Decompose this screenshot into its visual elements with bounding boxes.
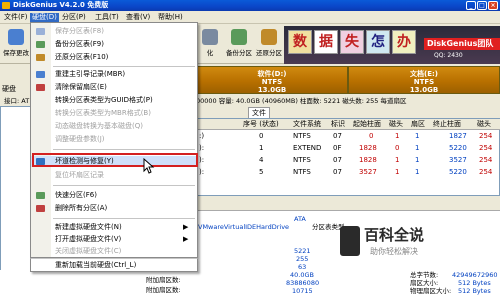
interface-label: 接口: AT bbox=[4, 97, 30, 105]
watermark-logo-icon bbox=[340, 226, 360, 256]
backup-icon bbox=[231, 29, 247, 45]
mouse-cursor-icon bbox=[143, 158, 155, 174]
submenu-arrow-icon: ▶ bbox=[183, 235, 189, 243]
banner-brand: DiskGenius团队 bbox=[424, 38, 500, 50]
menu-item-clear-reserved-sectors[interactable]: 清除保留扇区(E) bbox=[31, 82, 197, 93]
backup-partition-button[interactable]: 备份分区 bbox=[225, 27, 253, 61]
disk-menu-dropdown: 保存分区表(F8) 备份分区表(F9) 还原分区表(F10) 重建主引导记录(M… bbox=[30, 22, 198, 258]
partition-table: 序号 (状态) 文件系统 标识 起始柱面 磁头 扇区 终止柱面 磁头 :) 0 … bbox=[196, 118, 500, 196]
menu-item-adjust-disk-params[interactable]: 调整硬盘参数(J) bbox=[31, 134, 197, 145]
menu-item-reset-bad-sector-record[interactable]: 复位坏扇区记录 bbox=[31, 170, 197, 181]
menu-item-backup-partition-table[interactable]: 备份分区表(F9) bbox=[31, 39, 197, 50]
menu-item-close-virtual-disk[interactable]: 关闭虚拟硬盘文件(C) bbox=[31, 246, 197, 257]
menu-item-convert-to-guid[interactable]: 转换分区表类型为GUID格式(P) bbox=[31, 95, 197, 106]
app-icon bbox=[2, 2, 10, 9]
menu-disk[interactable]: 硬盘(D) bbox=[30, 13, 59, 22]
menu-tools[interactable]: 工具(T) bbox=[93, 13, 121, 22]
menu-item-save-partition-table[interactable]: 保存分区表(F8) bbox=[31, 26, 197, 37]
save-icon bbox=[8, 29, 24, 45]
partition-bar: 软件(D:) NTFS 13.0GB 文档(E:) NTFS 13.0GB bbox=[196, 66, 500, 94]
menu-item-quick-partition[interactable]: 快速分区(F6) bbox=[31, 190, 197, 201]
tab-strip: 文件 bbox=[196, 106, 500, 118]
submenu-arrow-icon: ▶ bbox=[183, 223, 189, 231]
menu-separator bbox=[53, 185, 195, 186]
clear-icon bbox=[36, 84, 45, 91]
table-row[interactable]: ): 1 EXTEND 0F 1828 0 1 5220 254 bbox=[197, 143, 500, 154]
partition-e[interactable]: 文档(E:) NTFS 13.0GB bbox=[349, 70, 499, 94]
delete-icon bbox=[36, 205, 45, 212]
menu-item-delete-all-partitions[interactable]: 删除所有分区(A) bbox=[31, 203, 197, 214]
backup-icon bbox=[36, 41, 45, 48]
maximize-button[interactable]: □ bbox=[477, 1, 487, 10]
table-row[interactable]: :) 0 NTFS 07 0 1 1 1827 254 bbox=[197, 131, 500, 142]
banner-char: 办 bbox=[392, 30, 416, 54]
save-icon bbox=[36, 28, 45, 35]
menu-item-open-virtual-disk[interactable]: 打开虚拟硬盘文件(V) ▶ bbox=[31, 234, 197, 245]
highlight-frame bbox=[32, 153, 198, 167]
menu-file[interactable]: 文件(F) bbox=[2, 13, 30, 22]
table-header: 序号 (状态) 文件系统 标识 起始柱面 磁头 扇区 终止柱面 磁头 bbox=[197, 119, 500, 130]
promo-banner: 数 据 失 怎 办 DiskGenius团队 QQ: 2430 bbox=[284, 26, 500, 64]
menu-item-dynamic-to-basic[interactable]: 动态磁盘转换为基本磁盘(Q) bbox=[31, 121, 197, 132]
minimize-button[interactable]: _ bbox=[466, 1, 476, 10]
menu-separator bbox=[53, 66, 195, 67]
disk-label: 硬盘 bbox=[2, 85, 16, 93]
format-icon bbox=[202, 29, 218, 45]
menu-item-restore-partition-table[interactable]: 还原分区表(F10) bbox=[31, 52, 197, 63]
banner-qq: QQ: 2430 bbox=[434, 52, 463, 59]
menu-item-rebuild-mbr[interactable]: 重建主引导记录(MBR) bbox=[31, 69, 197, 80]
quick-partition-icon bbox=[36, 192, 45, 199]
banner-char: 据 bbox=[314, 30, 338, 54]
save-changes-button[interactable]: 保存更改 bbox=[2, 27, 30, 61]
restore-icon bbox=[36, 54, 45, 61]
banner-char: 怎 bbox=[366, 30, 390, 54]
menu-separator bbox=[53, 218, 195, 219]
title-bar: DiskGenius V4.2.0 免费版 _ □ × bbox=[0, 0, 500, 11]
close-button[interactable]: × bbox=[488, 1, 498, 10]
menu-view[interactable]: 查看(V) bbox=[124, 13, 152, 22]
restore-partition-button[interactable]: 还原分区 bbox=[255, 27, 283, 61]
menu-separator bbox=[53, 149, 195, 150]
table-row[interactable]: ): 5 NTFS 07 3527 1 1 5220 254 bbox=[197, 167, 500, 178]
menu-item-reload-disk[interactable]: 重新加载当前硬盘(Ctrl_L) bbox=[30, 258, 198, 272]
format-button[interactable]: 化 bbox=[196, 27, 224, 61]
menu-help[interactable]: 帮助(H) bbox=[156, 13, 185, 22]
restore-icon bbox=[261, 29, 277, 45]
window-title: DiskGenius V4.2.0 免费版 bbox=[13, 1, 109, 9]
banner-char: 数 bbox=[288, 30, 312, 54]
banner-char: 失 bbox=[340, 30, 364, 54]
left-bottom-info: 附加扇区数: 附加扇区数: bbox=[0, 270, 196, 298]
partition-d[interactable]: 软件(D:) NTFS 13.0GB bbox=[197, 70, 347, 94]
watermark: 百科全说 助你轻松解决 bbox=[340, 222, 480, 262]
menu-item-new-virtual-disk[interactable]: 新建虚拟硬盘文件(N) ▶ bbox=[31, 222, 197, 233]
menu-item-convert-to-mbr[interactable]: 转换分区表类型为MBR格式(B) bbox=[31, 108, 197, 119]
table-row[interactable]: ): 4 NTFS 07 1828 1 1 3527 254 bbox=[197, 155, 500, 166]
menu-partition[interactable]: 分区(P) bbox=[60, 13, 88, 22]
tab-files[interactable]: 文件 bbox=[248, 107, 270, 118]
mbr-icon bbox=[36, 71, 45, 78]
capacity-info: 00000 容量: 40.0GB (40960MB) 柱面数: 5221 磁头数… bbox=[196, 97, 407, 105]
